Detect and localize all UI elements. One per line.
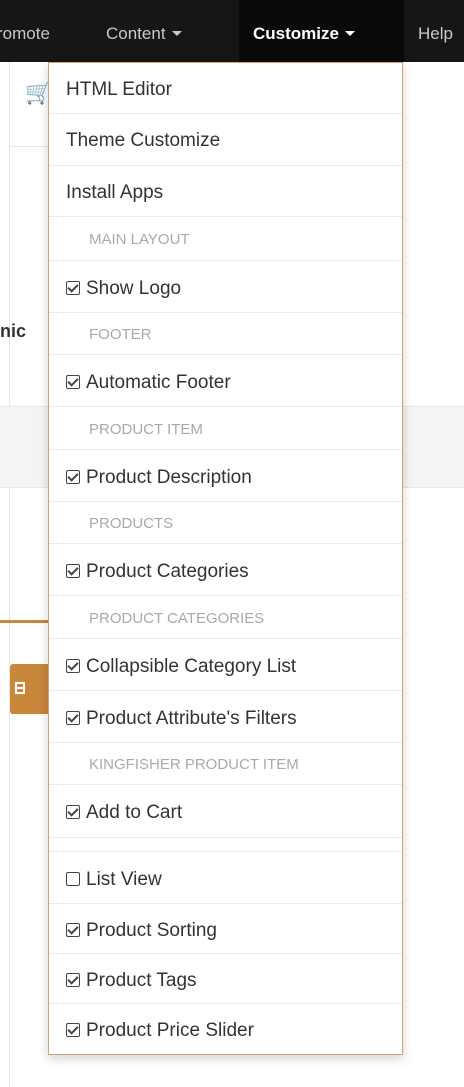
menu-item-label: Product Tags [86, 970, 197, 991]
menu-divider [49, 838, 402, 852]
menu-check-product-categories[interactable]: Product Categories [49, 544, 402, 596]
section-accent-line [0, 620, 50, 623]
menu-check-product-attribute-filters[interactable]: Product Attribute's Filters [49, 691, 402, 743]
menu-item-label: Show Logo [86, 278, 182, 299]
menu-header-products: PRODUCTS [49, 502, 402, 544]
checked-box-icon [66, 973, 80, 987]
menu-item-label: Product Categories [86, 561, 249, 582]
menu-item-label: List View [86, 869, 162, 890]
menu-item-label: Collapsible Category List [86, 656, 297, 677]
menu-header-label: PRODUCT ITEM [89, 421, 203, 438]
menu-check-show-logo[interactable]: Show Logo [49, 261, 402, 313]
nav-item-label: Help [418, 24, 453, 43]
menu-check-product-price-slider[interactable]: Product Price Slider [49, 1004, 402, 1054]
checked-box-icon [66, 923, 80, 937]
caret-down-icon [171, 31, 182, 36]
menu-header-label: MAIN LAYOUT [89, 231, 190, 248]
checked-box-icon [66, 281, 80, 295]
caret-down-icon [344, 31, 355, 36]
menu-header-product-item: PRODUCT ITEM [49, 407, 402, 450]
top-navbar: romote Content Customize Help [0, 0, 464, 62]
menu-header-main-layout: MAIN LAYOUT [49, 217, 402, 261]
menu-item-label: Product Price Slider [86, 1020, 254, 1041]
header-divider [10, 146, 50, 147]
customize-dropdown-menu: HTML Editor Theme Customize Install Apps… [48, 62, 403, 1055]
menu-item-html-editor[interactable]: HTML Editor [49, 63, 402, 114]
nav-item-label: romote [0, 24, 50, 43]
menu-item-label: Product Description [86, 467, 252, 488]
nav-item-content[interactable]: Content [96, 0, 192, 62]
menu-item-label: Product Attribute's Filters [86, 708, 297, 729]
menu-check-collapsible-category-list[interactable]: Collapsible Category List [49, 639, 402, 691]
checked-box-icon [66, 711, 80, 725]
nav-item-promote[interactable]: romote [0, 0, 50, 62]
menu-item-label: Add to Cart [86, 802, 183, 823]
menu-item-label: Install Apps [66, 182, 164, 203]
menu-item-install-apps[interactable]: Install Apps [49, 166, 402, 217]
menu-header-label: PRODUCT CATEGORIES [89, 610, 265, 627]
checked-box-icon [66, 1023, 80, 1037]
nav-item-customize[interactable]: Customize [239, 0, 404, 62]
checked-box-icon [66, 470, 80, 484]
menu-check-add-to-cart[interactable]: Add to Cart [49, 785, 402, 838]
nav-item-label: Content [106, 24, 166, 43]
menu-check-product-tags[interactable]: Product Tags [49, 954, 402, 1004]
page-heading-fragment: nic [0, 321, 27, 341]
menu-header-footer: FOOTER [49, 313, 402, 355]
grid-icon [15, 682, 25, 694]
menu-header-label: PRODUCTS [89, 515, 174, 532]
menu-item-label: Automatic Footer [86, 372, 231, 393]
menu-item-label: Theme Customize [66, 130, 221, 151]
menu-item-label: Product Sorting [86, 920, 217, 941]
checked-box-icon [66, 805, 80, 819]
checked-box-icon [66, 375, 80, 389]
grid-view-button[interactable] [10, 664, 50, 714]
menu-header-label: KINGFISHER PRODUCT ITEM [89, 756, 299, 773]
page-frame-border [9, 62, 10, 1087]
menu-header-label: FOOTER [89, 326, 152, 343]
menu-item-label: HTML Editor [66, 79, 172, 100]
nav-item-label: Customize [253, 24, 339, 43]
menu-header-kingfisher-product-item: KINGFISHER PRODUCT ITEM [49, 743, 402, 785]
menu-header-product-categories: PRODUCT CATEGORIES [49, 596, 402, 639]
menu-check-product-sorting[interactable]: Product Sorting [49, 904, 402, 954]
menu-check-automatic-footer[interactable]: Automatic Footer [49, 355, 402, 407]
menu-check-product-description[interactable]: Product Description [49, 450, 402, 502]
unchecked-box-icon [66, 872, 80, 886]
menu-item-theme-customize[interactable]: Theme Customize [49, 114, 402, 166]
nav-item-help[interactable]: Help [418, 0, 453, 62]
checked-box-icon [66, 564, 80, 578]
menu-check-list-view[interactable]: List View [49, 852, 402, 904]
checked-box-icon [66, 659, 80, 673]
